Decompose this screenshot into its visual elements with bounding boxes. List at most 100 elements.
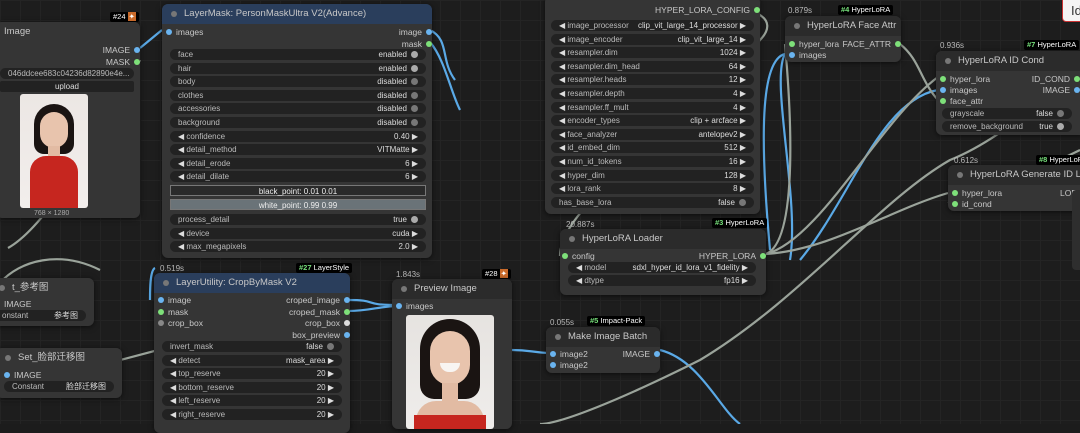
- hyperlora-loader-node[interactable]: HyperLoRA Loader config HYPER_LORA ◀ mod…: [560, 229, 766, 295]
- collapse-dot-icon[interactable]: [0, 285, 5, 291]
- output-pin[interactable]: [426, 29, 432, 35]
- input-pin[interactable]: [940, 76, 946, 82]
- output-pin[interactable]: [895, 41, 901, 47]
- arrow-right-icon[interactable]: ▶: [738, 35, 746, 44]
- arrow-right-icon[interactable]: ▶: [740, 276, 748, 285]
- max-megapixels-widget[interactable]: ◀ max_megapixels 2.0 ▶: [170, 241, 426, 253]
- input-crop-box[interactable]: crop_box: [158, 317, 203, 329]
- offscreen-node-edge[interactable]: [1072, 190, 1080, 270]
- output-hyper-lora[interactable]: HYPER_LORA: [699, 250, 766, 262]
- constant-field[interactable]: Constant 脸部迁移图: [4, 381, 114, 392]
- input-pin[interactable]: [158, 308, 164, 315]
- has-base-lora-widget[interactable]: has_base_lora false: [551, 196, 754, 208]
- arrow-right-icon[interactable]: ▶: [738, 21, 746, 30]
- make-image-batch-node[interactable]: Make Image Batch image2 image2 IMAGE: [546, 327, 660, 373]
- input-pin[interactable]: [158, 297, 164, 303]
- arrow-right-icon[interactable]: ▶: [738, 75, 746, 84]
- output-mask[interactable]: MASK: [106, 56, 140, 68]
- output-crop-box[interactable]: crop_box: [305, 317, 350, 329]
- arrow-right-icon[interactable]: ▶: [326, 396, 334, 405]
- detail-method-widget[interactable]: ◀ detail_method VITMatte ▶: [170, 144, 426, 156]
- detail-dilate-widget[interactable]: ◀ detail_dilate 6 ▶: [170, 171, 426, 183]
- input-image[interactable]: IMAGE: [4, 369, 41, 381]
- arrow-right-icon[interactable]: ▶: [738, 103, 746, 112]
- collapse-dot-icon[interactable]: [171, 11, 177, 17]
- input-images[interactable]: images: [396, 300, 433, 312]
- input-pin[interactable]: [940, 98, 946, 104]
- output-pin[interactable]: [1074, 87, 1080, 93]
- process-detail-widget[interactable]: process_detail true: [170, 214, 426, 225]
- input-pin[interactable]: [550, 362, 556, 368]
- black-point-slider[interactable]: black_point: 0.01 0.01: [170, 185, 426, 196]
- arrow-right-icon[interactable]: ▶: [410, 229, 418, 238]
- input-config[interactable]: config: [562, 250, 595, 262]
- face-widget[interactable]: face enabled: [170, 49, 426, 60]
- arrow-right-icon[interactable]: ▶: [738, 143, 746, 152]
- arrow-right-icon[interactable]: ▶: [740, 263, 748, 272]
- collapse-dot-icon[interactable]: [945, 58, 951, 64]
- arrow-right-icon[interactable]: ▶: [410, 242, 418, 251]
- collapse-dot-icon[interactable]: [555, 334, 561, 340]
- arrow-right-icon[interactable]: ▶: [410, 159, 418, 168]
- input-image2-b[interactable]: image2: [550, 359, 588, 371]
- input-mask[interactable]: mask: [158, 306, 188, 318]
- input-pin[interactable]: [952, 201, 958, 207]
- input-pin[interactable]: [952, 190, 958, 196]
- output-pin[interactable]: [344, 320, 350, 326]
- input-pin[interactable]: [789, 52, 795, 58]
- output-pin[interactable]: [134, 47, 140, 53]
- set-face-node[interactable]: Set_脸部迁移图 IMAGE Constant 脸部迁移图: [0, 348, 122, 398]
- collapse-dot-icon[interactable]: [569, 236, 575, 242]
- num-id-tokens-widget[interactable]: ◀ num_id_tokens 16 ▶: [551, 156, 754, 167]
- id-cond-node[interactable]: HyperLoRA ID Cond hyper_lora images face…: [936, 51, 1080, 135]
- arrow-right-icon[interactable]: ▶: [410, 145, 418, 154]
- encoder-types-widget[interactable]: ◀ encoder_types clip + arcface ▶: [551, 115, 754, 127]
- output-config[interactable]: HYPER_LORA_CONFIG: [655, 4, 760, 16]
- dtype-select[interactable]: ◀ dtype fp16 ▶: [568, 275, 756, 286]
- device-widget[interactable]: ◀ device cuda ▶: [170, 227, 426, 239]
- input-pin[interactable]: [550, 351, 556, 357]
- arrow-right-icon[interactable]: ▶: [410, 132, 418, 141]
- arrow-right-icon[interactable]: ▶: [410, 172, 418, 181]
- input-images[interactable]: images: [166, 26, 203, 38]
- group-label[interactable]: Id: [1062, 0, 1080, 22]
- preview-image-node[interactable]: Preview Image images: [392, 279, 512, 429]
- image-file-select[interactable]: 046ddcee683c04236d82890e4e...▶: [0, 68, 134, 79]
- output-image[interactable]: IMAGE: [1043, 84, 1080, 96]
- arrow-right-icon[interactable]: ▶: [326, 369, 334, 378]
- body-widget[interactable]: body disabled: [170, 76, 426, 88]
- input-pin[interactable]: [940, 87, 946, 93]
- hyper-dim-widget[interactable]: ◀ hyper_dim 128 ▶: [551, 169, 754, 181]
- output-face-attr[interactable]: FACE_ATTR: [843, 38, 901, 50]
- collapse-dot-icon[interactable]: [163, 280, 169, 286]
- resampler-heads-widget[interactable]: ◀ resampler.heads 12 ▶: [551, 74, 754, 86]
- resampler-ff-mult-widget[interactable]: ◀ resampler.ff_mult 4 ▶: [551, 101, 754, 113]
- collapse-dot-icon[interactable]: [401, 286, 407, 292]
- arrow-right-icon[interactable]: ▶: [738, 130, 746, 139]
- arrow-right-icon[interactable]: ▶: [738, 48, 746, 57]
- id-embed-dim-widget[interactable]: ◀ id_embed_dim 512 ▶: [551, 142, 754, 154]
- collapse-dot-icon[interactable]: [5, 355, 11, 361]
- right-reserve-widget[interactable]: ◀ right_reserve 20 ▶: [162, 409, 342, 420]
- collapse-dot-icon[interactable]: [794, 23, 800, 29]
- input-pin[interactable]: [4, 372, 10, 378]
- output-pin[interactable]: [754, 7, 760, 13]
- arrow-right-icon[interactable]: ▶: [326, 410, 334, 419]
- input-id-cond[interactable]: id_cond: [952, 198, 992, 210]
- hair-widget[interactable]: hair enabled: [170, 62, 426, 74]
- bottom-reserve-widget[interactable]: ◀ bottom_reserve 20 ▶: [162, 381, 342, 393]
- face-attr-node[interactable]: HyperLoRA Face Attr hyper_lora images FA…: [785, 16, 901, 62]
- hyperlora-config-node[interactable]: HYPER_LORA_CONFIG ◀ image_processor clip_…: [545, 0, 760, 214]
- invert-mask-widget[interactable]: invert_mask false: [162, 341, 342, 352]
- input-face-attr[interactable]: face_attr: [940, 95, 983, 107]
- output-pin[interactable]: [134, 59, 140, 65]
- output-croped-image[interactable]: croped_image: [286, 294, 350, 306]
- arrow-right-icon[interactable]: ▶: [738, 62, 746, 71]
- output-image[interactable]: image: [399, 26, 432, 38]
- detect-widget[interactable]: ◀ detect mask_area ▶: [162, 354, 342, 366]
- lora-rank-widget[interactable]: ◀ lora_rank 8 ▶: [551, 183, 754, 195]
- top-reserve-widget[interactable]: ◀ top_reserve 20 ▶: [162, 368, 342, 380]
- arrow-right-icon[interactable]: ▶: [738, 89, 746, 98]
- input-images[interactable]: images: [789, 49, 826, 61]
- output-croped-mask[interactable]: croped_mask: [289, 306, 350, 318]
